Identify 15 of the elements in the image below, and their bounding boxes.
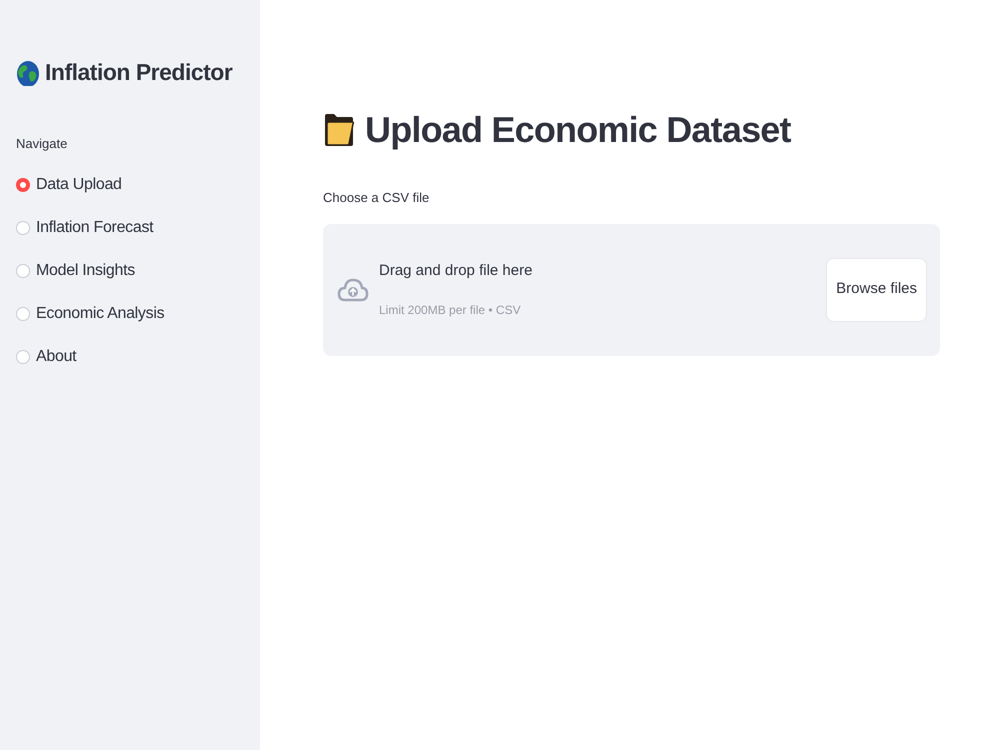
page-title: Upload Economic Dataset [365,112,791,148]
nav-radio-option[interactable]: Data Upload [16,173,260,196]
file-dropzone[interactable]: Drag and drop file here Limit 200MB per file • CSV Browse files [323,224,940,356]
browse-files-button[interactable]: Browse files [826,258,927,322]
sidebar-title: Inflation Predictor [45,58,232,87]
nav-radio-option[interactable]: Inflation Forecast [16,216,260,239]
nav-radio-option[interactable]: Economic Analysis [16,302,260,325]
globe-icon [16,58,40,86]
file-limit-hint: Limit 200MB per file • CSV [379,302,522,319]
uploader-label: Choose a CSV file [323,189,430,207]
nav-radio-option[interactable]: Model Insights [16,259,260,282]
folder-icon [323,112,355,148]
dropzone-instructions: Drag and drop file here [379,261,534,282]
nav-label: Navigate [16,134,68,153]
nav-radio-option[interactable]: About [16,345,260,368]
